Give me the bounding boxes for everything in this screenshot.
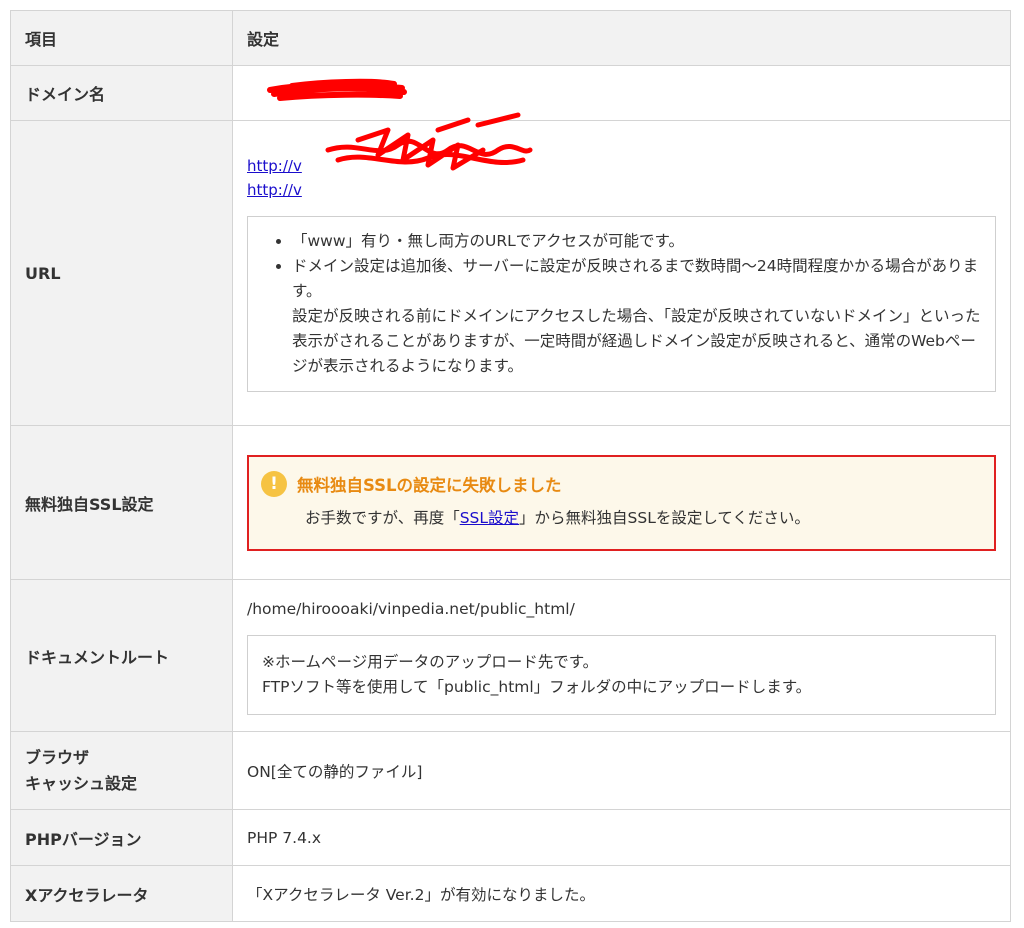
ssl-warning-box: ! 無料独自SSLの設定に失敗しました お手数ですが、再度「SSL設定」から無料… bbox=[247, 454, 996, 551]
url-note-text: ドメイン設定は追加後、サーバーに設定が反映されるまで数時間〜24時間程度かかる場… bbox=[292, 257, 979, 300]
docroot-path: /home/hiroooaki/vinpedia.net/public_html… bbox=[247, 599, 575, 618]
domain-value-redacted bbox=[232, 65, 1011, 121]
ssl-warning-header: ! 無料独自SSLの設定に失敗しました bbox=[261, 470, 982, 497]
ssl-label: 無料独自SSL設定 bbox=[10, 425, 233, 580]
header-setting: 設定 bbox=[232, 10, 1011, 66]
xaccel-value: 「Xアクセラレータ Ver.2」が有効になりました。 bbox=[232, 865, 1011, 922]
row-docroot: ドキュメントルート /home/hiroooaki/vinpedia.net/p… bbox=[10, 579, 1011, 732]
header-item: 項目 bbox=[10, 10, 233, 66]
ssl-message-text: 」から無料独自SSLを設定してください。 bbox=[519, 508, 810, 527]
row-ssl: 無料独自SSL設定 ! 無料独自SSLの設定に失敗しました お手数ですが、再度「… bbox=[10, 425, 1011, 580]
docroot-note-box: ※ホームページ用データのアップロード先です。 FTPソフト等を使用して「publ… bbox=[247, 634, 996, 715]
url-note-text: 設定が反映される前にドメインにアクセスした場合、「設定が反映されていないドメイン… bbox=[292, 307, 981, 375]
url-note-item: 「www」有り・無し両方のURLでアクセスが可能です。 bbox=[292, 229, 981, 254]
docroot-label: ドキュメントルート bbox=[10, 579, 233, 732]
php-value: PHP 7.4.x bbox=[232, 809, 1011, 866]
ssl-warning-message: お手数ですが、再度「SSL設定」から無料独自SSLを設定してください。 bbox=[305, 505, 905, 531]
row-domain: ドメイン名 bbox=[10, 65, 1011, 121]
url-link-2[interactable]: http://v bbox=[247, 178, 996, 202]
ssl-message-text: お手数ですが、再度「 bbox=[305, 508, 460, 527]
exclamation-icon: ! bbox=[261, 470, 287, 497]
row-xaccel: Xアクセラレータ 「Xアクセラレータ Ver.2」が有効になりました。 bbox=[10, 865, 1011, 922]
xaccel-label: Xアクセラレータ bbox=[10, 865, 233, 922]
docroot-cell: /home/hiroooaki/vinpedia.net/public_html… bbox=[232, 579, 1011, 732]
url-label: URL bbox=[10, 120, 233, 426]
domain-settings-table: 項目 設定 ドメイン名 URL http://v http://v 「www」有… bbox=[10, 10, 1011, 922]
cache-label: ブラウザ キャッシュ設定 bbox=[10, 731, 233, 810]
url-link-1[interactable]: http://v bbox=[247, 154, 996, 178]
row-url: URL http://v http://v 「www」有り・無し両方のURLでア… bbox=[10, 120, 1011, 426]
url-note-list: 「www」有り・無し両方のURLでアクセスが可能です。 ドメイン設定は追加後、サ… bbox=[262, 229, 981, 379]
url-note-box: 「www」有り・無し両方のURLでアクセスが可能です。 ドメイン設定は追加後、サ… bbox=[247, 216, 996, 392]
docroot-note-1: ※ホームページ用データのアップロード先です。 bbox=[262, 652, 599, 671]
docroot-note-2: FTPソフト等を使用して「public_html」フォルダの中にアップロードしま… bbox=[262, 677, 812, 696]
url-note-item: ドメイン設定は追加後、サーバーに設定が反映されるまで数時間〜24時間程度かかる場… bbox=[292, 254, 981, 379]
url-cell: http://v http://v 「www」有り・無し両方のURLでアクセスが… bbox=[232, 120, 1011, 426]
row-php: PHPバージョン PHP 7.4.x bbox=[10, 809, 1011, 866]
ssl-warning-title: 無料独自SSLの設定に失敗しました bbox=[297, 475, 562, 495]
table-header-row: 項目 設定 bbox=[10, 10, 1011, 66]
ssl-settings-link[interactable]: SSL設定 bbox=[460, 509, 519, 527]
ssl-cell: ! 無料独自SSLの設定に失敗しました お手数ですが、再度「SSL設定」から無料… bbox=[232, 425, 1011, 580]
domain-label: ドメイン名 bbox=[10, 65, 233, 121]
cache-label-line2: キャッシュ設定 bbox=[25, 773, 138, 793]
row-cache: ブラウザ キャッシュ設定 ON[全ての静的ファイル] bbox=[10, 731, 1011, 810]
cache-value: ON[全ての静的ファイル] bbox=[232, 731, 1011, 810]
php-label: PHPバージョン bbox=[10, 809, 233, 866]
cache-label-line1: ブラウザ bbox=[25, 747, 90, 767]
